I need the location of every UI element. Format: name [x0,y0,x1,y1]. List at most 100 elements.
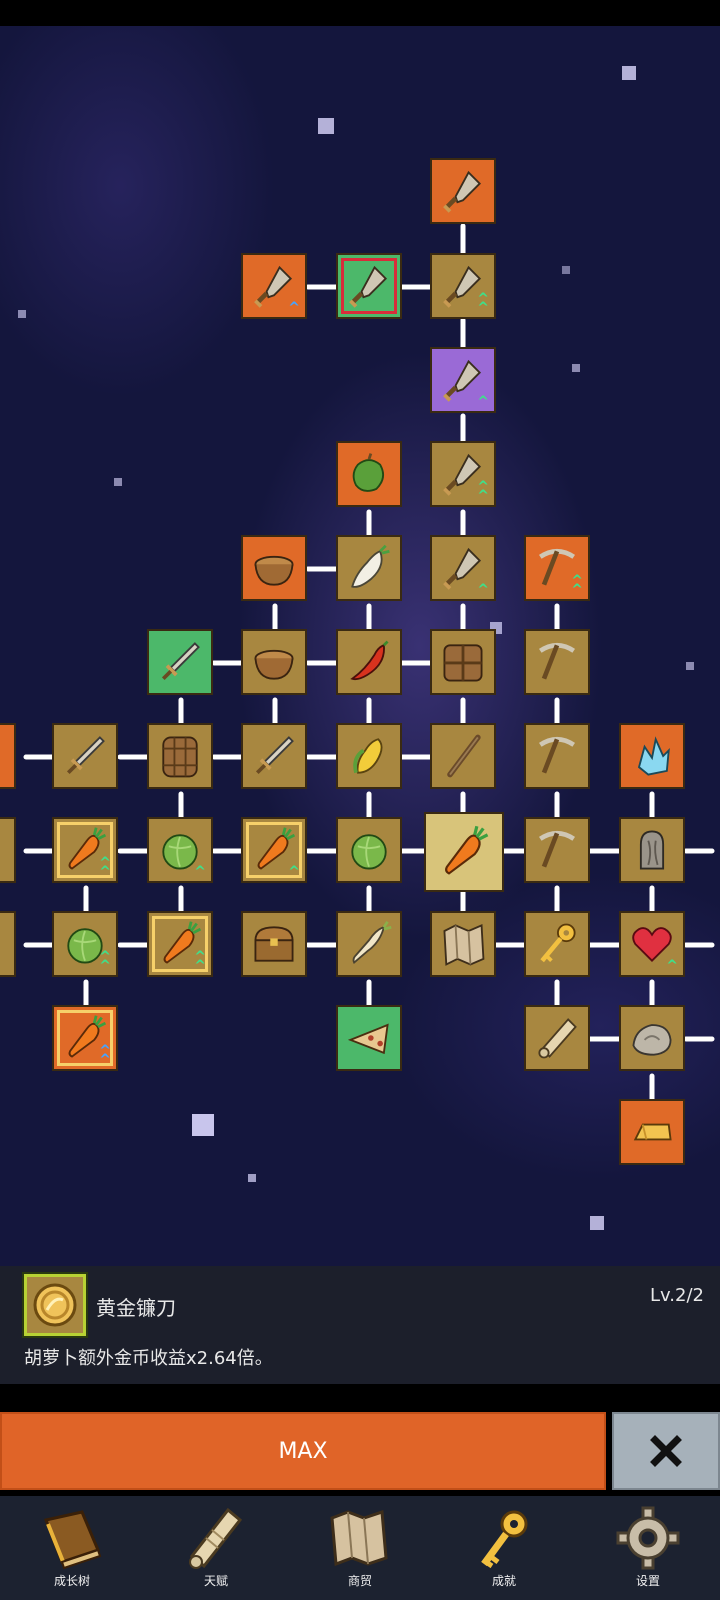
skill-node-parsnip[interactable] [336,911,402,977]
skill-node-pickaxe[interactable] [524,723,590,789]
upgrade-arrows-icon: ^ ^ [477,291,489,316]
skill-node-shovel[interactable]: ^ [430,347,496,413]
skill-node-carrot[interactable]: ^ [241,817,307,883]
sword-icon [66,736,105,775]
skill-node-carrot[interactable]: ^ ^ [52,817,118,883]
key-icon [481,1510,528,1569]
skill-node-crate[interactable] [430,629,496,695]
skill-node-corn[interactable] [336,723,402,789]
skill-node-pickaxe[interactable] [524,817,590,883]
barrel-icon [162,736,198,778]
nav-item-achievement[interactable]: 成就 [432,1496,576,1600]
skill-node-key[interactable] [524,911,590,977]
pepper-icon [352,453,385,492]
gold-bar-icon [633,1123,672,1141]
pickaxe-icon [538,736,576,774]
close-x-icon [650,1435,682,1467]
skill-node-gold-bar[interactable] [619,1099,685,1165]
skill-node-pickaxe[interactable]: ^ ^ [524,535,590,601]
close-button[interactable] [612,1412,720,1490]
upgrade-arrows-icon: ^ ^ [571,573,583,598]
shovel-icon [349,265,388,308]
upgrade-arrows-icon: ^ [288,300,300,316]
nav-label: 成长树 [53,1574,90,1588]
skill-node-cabbage[interactable]: ^ ^ [52,911,118,977]
skill-node-cabbage[interactable] [336,817,402,883]
chest-icon [254,926,294,962]
skill-node-sword[interactable] [52,723,118,789]
skill-node-pickaxe[interactable] [524,629,590,695]
skill-node-map[interactable] [430,911,496,977]
upgrade-arrows-icon: ^ ^ [99,949,111,974]
rock-icon [632,1024,672,1056]
nav-label: 成就 [491,1574,516,1588]
skill-tree-area[interactable]: ^ ^ ^ ^ ^ ^ ^ ^ ^ ^ ^ ^ ^ ^ ^ ^ ^ ^ ^ ^ [0,26,720,1266]
skill-node-chili[interactable] [336,629,402,695]
pickaxe-icon [538,642,576,680]
map-icon [330,1509,388,1567]
skill-node-heart[interactable]: ^ [619,911,685,977]
skill-node-shovel[interactable]: ^ ^ [430,253,496,319]
skill-node-crystal[interactable] [619,723,685,789]
upgrade-arrows-icon: ^ [288,864,300,880]
max-button[interactable]: MAX [0,1412,606,1490]
scroll-icon [538,1018,577,1059]
parsnip-icon [352,920,392,965]
pickaxe-icon [538,830,576,868]
skill-tree: ^ ^ ^ ^ ^ ^ ^ ^ ^ ^ ^ ^ ^ ^ ^ ^ ^ ^ ^ ^ [0,26,720,1266]
skill-node-chest[interactable] [241,911,307,977]
skill-node-stick[interactable] [430,723,496,789]
status-bar [0,0,720,26]
corn-icon [353,738,383,774]
skill-node-cabbage[interactable]: ^ [147,817,213,883]
gear-icon [616,1506,680,1570]
skill-level: Lv.2/2 [650,1285,704,1306]
upgrade-arrows-icon: ^ ^ [99,855,111,880]
crystal-icon [637,736,670,776]
stick-icon [447,734,481,778]
golden-coin-icon [33,1283,77,1327]
skill-node-statue[interactable] [619,817,685,883]
crate-icon [443,644,483,682]
skill-node-bowl[interactable] [241,535,307,601]
skill-node-rock[interactable] [619,1005,685,1071]
skill-node-shovel[interactable] [336,253,402,319]
nav-item-growth-tree[interactable]: 成长树 [0,1496,144,1600]
nav-label: 天赋 [203,1574,228,1588]
skill-name: 黄金镰刀 [96,1296,176,1320]
upgrade-arrows-icon: ^ [477,582,489,598]
sword-icon [161,642,200,681]
skill-node-pepper[interactable] [336,441,402,507]
skill-node-scroll[interactable] [524,1005,590,1071]
bottom-nav: 成长树 天赋 商贸 成就 设置 [0,1496,720,1600]
skill-node-carrot[interactable]: ^ ^ [147,911,213,977]
skill-node-barrel[interactable] [147,723,213,789]
skill-description: 胡萝卜额外金币收益x2.64倍。 [24,1348,273,1369]
skill-node-offscreen[interactable] [0,817,16,883]
statue-icon [639,830,665,870]
skill-node-pizza[interactable] [336,1005,402,1071]
skill-node-offscreen[interactable] [0,723,16,789]
radish-icon [351,544,390,588]
selected-skill-icon [22,1272,88,1338]
upgrade-arrows-icon: ^ [666,958,678,974]
nav-item-settings[interactable]: 设置 [576,1496,720,1600]
skill-node-shovel[interactable]: ^ [430,535,496,601]
nav-item-trade[interactable]: 商贸 [288,1496,432,1600]
skill-node-sword[interactable] [241,723,307,789]
pizza-icon [347,1023,389,1055]
skill-node-sword[interactable] [147,629,213,695]
skill-node-carrot[interactable]: ^ ^ [52,1005,118,1071]
skill-node-bowl[interactable] [241,629,307,695]
skill-node-shovel[interactable] [430,158,496,224]
nav-item-talent[interactable]: 天赋 [144,1496,288,1600]
skill-node-shovel[interactable]: ^ [241,253,307,319]
cabbage-icon [351,834,387,870]
skill-node-carrot[interactable] [424,812,504,892]
skill-node-radish[interactable] [336,535,402,601]
skill-node-offscreen[interactable] [0,911,16,977]
sword-icon [255,736,294,775]
nav-label: 商贸 [347,1574,372,1588]
upgrade-arrows-icon: ^ [477,394,489,410]
skill-node-shovel[interactable]: ^ ^ [430,441,496,507]
